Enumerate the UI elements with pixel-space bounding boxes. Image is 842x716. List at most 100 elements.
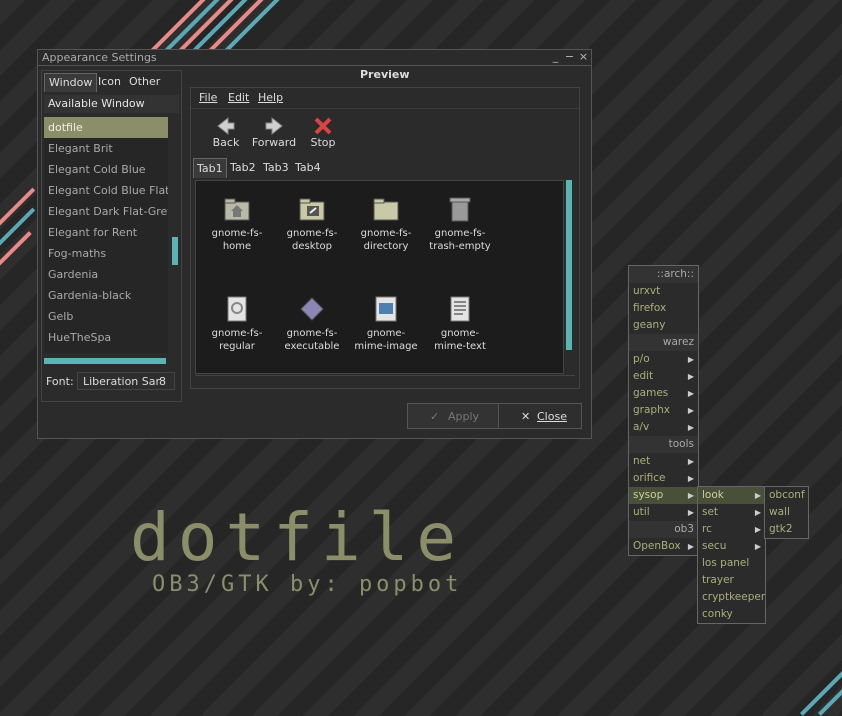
sysop-submenu: look ▶ set ▶ rc ▶ secu ▶ los panel trayer cryptkee… — [697, 486, 766, 624]
stop-label: Stop — [310, 136, 336, 149]
forward-arrow-icon — [249, 116, 299, 136]
minimize-button[interactable]: _ — [550, 50, 561, 63]
submenu-arrow-icon: ▶ — [687, 355, 694, 364]
theme-list[interactable]: dotfile Elegant Brit Elegant Cold Blue E… — [44, 117, 168, 353]
font-size: 8 — [159, 375, 166, 388]
theme-item[interactable]: HueTheSpa — [44, 327, 168, 348]
executable-icon — [298, 295, 326, 323]
file-item[interactable]: gnome-fs-desktop — [279, 195, 345, 253]
menu-item[interactable]: graphx ▶ — [629, 402, 698, 419]
menu-file[interactable]: File — [199, 91, 217, 104]
menu-help[interactable]: Help — [258, 91, 283, 104]
menu-item-label: p/o — [633, 353, 650, 365]
submenu-arrow-icon: ▶ — [687, 372, 694, 381]
theme-item[interactable]: Gardenia-black — [44, 285, 168, 306]
font-name: Liberation Sar — [83, 375, 161, 388]
file-item[interactable]: gnome-mime-image — [353, 295, 419, 353]
menu-item[interactable]: set ▶ — [698, 504, 765, 521]
title-bar[interactable]: Appearance Settings _ − × — [38, 50, 591, 66]
appearance-settings-window: Appearance Settings _ − × Window Icon Ot… — [37, 49, 592, 439]
menu-item-label: gtk2 — [769, 523, 793, 535]
menu-item[interactable]: wall — [765, 504, 808, 521]
menu-item[interactable]: obconf — [765, 487, 808, 504]
theme-item[interactable]: Gelb — [44, 306, 168, 327]
close-button[interactable]: ✕ Close — [498, 403, 582, 429]
menu-item[interactable]: edit ▶ — [629, 368, 698, 385]
forward-button[interactable]: Forward — [249, 116, 299, 149]
file-label: gnome-fs-trash-empty — [429, 228, 491, 252]
tab-1[interactable]: Tab1 — [193, 158, 227, 178]
menu-header: ob3 — [629, 521, 698, 538]
menu-item[interactable]: geany — [629, 317, 698, 334]
menu-item[interactable]: cryptkeeper — [698, 589, 765, 606]
menu-item[interactable]: orifice ▶ — [629, 470, 698, 487]
menu-header: warez — [629, 334, 698, 351]
theme-scrollbar[interactable] — [172, 117, 178, 353]
menu-item-label: orifice — [633, 472, 666, 484]
menu-item[interactable]: sysop ▶ — [629, 487, 698, 504]
font-label: Font: — [46, 375, 74, 388]
menu-item[interactable]: secu ▶ — [698, 538, 765, 555]
tab-4[interactable]: Tab4 — [292, 158, 324, 177]
file-item[interactable]: gnome-fs-regular — [204, 295, 270, 353]
menu-item-label: ::arch:: — [656, 268, 694, 280]
tab-other[interactable]: Other — [125, 73, 164, 91]
theme-hscrollbar[interactable] — [44, 358, 166, 364]
menu-item-label: los panel — [702, 557, 750, 569]
menu-item-label: set — [702, 506, 719, 518]
menu-item[interactable]: OpenBox ▶ — [629, 538, 698, 555]
menu-item[interactable]: look ▶ — [698, 487, 765, 504]
text-file-icon — [446, 295, 474, 323]
file-item[interactable]: gnome-fs-home — [204, 195, 270, 253]
file-label: gnome-fs-regular — [211, 328, 263, 352]
tab-icon[interactable]: Icon — [94, 73, 125, 91]
preview-scrollbar[interactable] — [566, 180, 572, 350]
menu-item[interactable]: gtk2 — [765, 521, 808, 538]
file-item[interactable]: gnome-fs-executable — [279, 295, 345, 353]
menu-item-label: rc — [702, 523, 712, 535]
preview-divider — [195, 375, 575, 376]
menu-item-label: warez — [662, 336, 694, 348]
menu-item[interactable]: conky — [698, 606, 765, 623]
menu-item[interactable]: games ▶ — [629, 385, 698, 402]
menu-header: ::arch:: — [629, 266, 698, 283]
file-item[interactable]: gnome-mime-text — [427, 295, 493, 353]
theme-item[interactable]: Elegant Brit — [44, 138, 168, 159]
theme-item[interactable]: Elegant for Rent — [44, 222, 168, 243]
window-title: Appearance Settings — [42, 51, 157, 64]
menu-edit[interactable]: Edit — [228, 91, 249, 104]
back-label: Back — [212, 136, 240, 149]
menu-item[interactable]: a/v ▶ — [629, 419, 698, 436]
file-label: gnome-fs-home — [211, 228, 263, 252]
menu-item-label: sysop — [633, 489, 664, 501]
file-item[interactable]: gnome-fs-trash-empty — [427, 195, 493, 253]
menu-item[interactable]: trayer — [698, 572, 765, 589]
theme-item[interactable]: Elegant Cold Blue — [44, 159, 168, 180]
home-folder-icon — [223, 195, 251, 223]
menu-item[interactable]: p/o ▶ — [629, 351, 698, 368]
close-window-button[interactable]: × — [578, 50, 589, 63]
menu-item-label: conky — [702, 608, 733, 620]
theme-item[interactable]: Elegant Dark Flat-Grey — [44, 201, 168, 222]
menu-item[interactable]: net ▶ — [629, 453, 698, 470]
theme-item[interactable]: dotfile — [44, 117, 168, 138]
tab-2[interactable]: Tab2 — [227, 158, 259, 177]
tab-3[interactable]: Tab3 — [260, 158, 292, 177]
menu-item[interactable]: los panel — [698, 555, 765, 572]
menu-item[interactable]: firefox — [629, 300, 698, 317]
theme-item[interactable]: Gardenia — [44, 264, 168, 285]
maximize-button[interactable]: − — [564, 50, 575, 63]
font-button[interactable]: Liberation Sar 8 — [77, 372, 175, 390]
stop-button[interactable]: Stop — [298, 116, 348, 149]
back-button[interactable]: Back — [201, 116, 251, 149]
theme-item[interactable]: Elegant Cold Blue Flat — [44, 180, 168, 201]
folder-icon — [372, 195, 400, 223]
submenu-arrow-icon: ▶ — [687, 389, 694, 398]
theme-item[interactable]: Fog-maths — [44, 243, 168, 264]
menu-item[interactable]: rc ▶ — [698, 521, 765, 538]
tab-window[interactable]: Window — [44, 73, 98, 92]
menu-item[interactable]: util ▶ — [629, 504, 698, 521]
file-item[interactable]: gnome-fs-directory — [353, 195, 419, 253]
theme-scroll-thumb[interactable] — [172, 237, 178, 265]
menu-item[interactable]: urxvt — [629, 283, 698, 300]
